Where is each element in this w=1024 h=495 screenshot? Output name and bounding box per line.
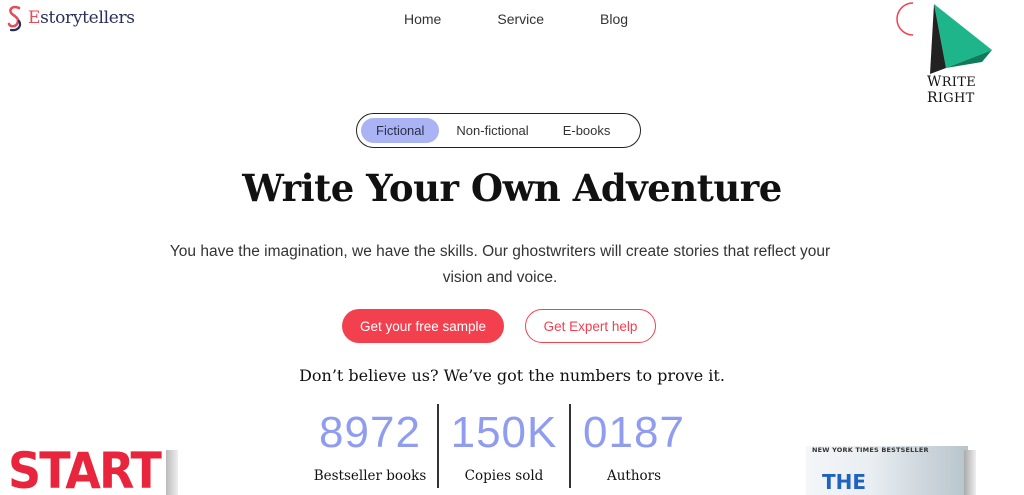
book-cover-title: THE (822, 470, 867, 494)
logo-mark-icon (7, 5, 22, 32)
write-right-wordmark: WRITE RIGHT (927, 74, 1024, 106)
proof-heading: Don’t believe us? We’ve got the numbers … (299, 366, 725, 385)
wordmark-ight: IGHT (937, 91, 975, 106)
nav-service[interactable]: Service (497, 11, 544, 27)
book-cover-start: START (8, 446, 178, 495)
book-spine-shadow (964, 450, 976, 495)
book-spine-shadow (166, 450, 178, 495)
main-nav: Home Service Blog (380, 11, 628, 27)
tab-e-books[interactable]: E-books (563, 118, 611, 143)
nav-home[interactable]: Home (404, 11, 441, 27)
stat-value: 0187 (583, 408, 685, 457)
tab-fictional[interactable]: Fictional (361, 118, 440, 143)
stat-authors: 0187 Authors (578, 408, 690, 485)
book-cover-title: START (8, 446, 162, 495)
hero-title: Write Your Own Adventure (242, 166, 782, 210)
get-expert-help-button[interactable]: Get Expert help (525, 309, 656, 343)
site-logo[interactable]: Estorytellers (6, 4, 135, 32)
book-cover-the: NEW YORK TIMES BESTSELLER THE (806, 446, 976, 495)
stat-divider (437, 404, 439, 488)
book-cover-face: START (8, 446, 170, 495)
logo-text-accent: E (28, 8, 41, 28)
wordmark-rite: RITE (941, 75, 976, 90)
stat-value: 8972 (319, 408, 421, 457)
stat-label: Authors (606, 468, 662, 484)
stat-copies-sold: 150K Copies sold (447, 408, 561, 485)
hero-subtitle: You have the imagination, we have the sk… (169, 243, 831, 286)
stat-label: Copies sold (464, 468, 544, 484)
tab-non-fictional[interactable]: Non-fictional (456, 118, 528, 143)
wordmark-r: R (927, 90, 938, 106)
get-free-sample-button[interactable]: Get your free sample (342, 309, 504, 343)
stat-bestseller-books: 8972 Bestseller books (310, 408, 430, 485)
book-cover-tag: NEW YORK TIMES BESTSELLER (812, 446, 929, 454)
logo-text: Estorytellers (28, 8, 135, 28)
stat-label: Bestseller books (313, 468, 427, 484)
book-cover-face: NEW YORK TIMES BESTSELLER THE (806, 446, 968, 495)
stat-divider (569, 404, 571, 488)
nav-blog[interactable]: Blog (600, 11, 628, 27)
stat-value: 150K (450, 408, 558, 457)
category-tabs: Fictional Non-fictional E-books (356, 113, 641, 148)
logo-text-rest: storytellers (40, 8, 135, 28)
wordmark-w: W (927, 74, 942, 90)
